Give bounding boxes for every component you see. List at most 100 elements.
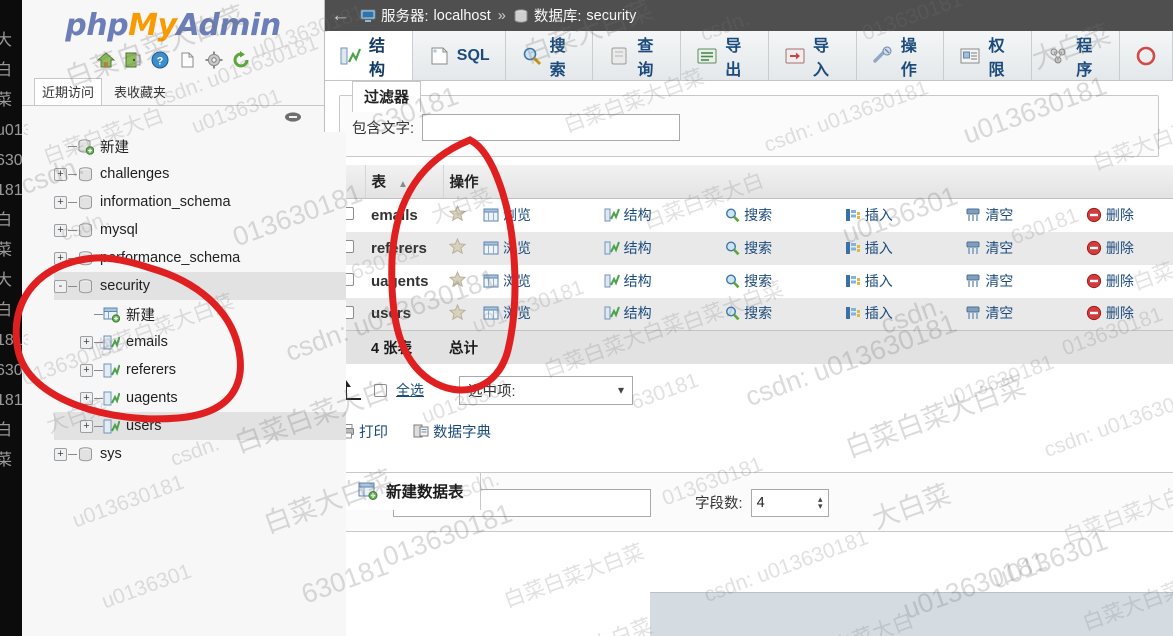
- row-action-插入[interactable]: 插入: [838, 198, 960, 232]
- row-action-搜索[interactable]: 搜索: [718, 198, 839, 232]
- phpmyadmin-logo[interactable]: phpMyAdmin: [22, 0, 324, 43]
- tree-node-information_schema[interactable]: + information_schema: [54, 188, 346, 216]
- with-selected-dropdown[interactable]: 选中项: ▾: [459, 375, 633, 405]
- row-action-搜索[interactable]: 搜索: [718, 231, 839, 265]
- select-all-checkbox[interactable]: [374, 383, 387, 397]
- tree-node-emails[interactable]: + emails: [54, 328, 346, 356]
- tables-table: 表 ▲ 操作 行数 ? 类型 排序规则 emails浏览结构搜索插入清空删除8M…: [335, 165, 1173, 364]
- tab-SQL[interactable]: SQL: [412, 31, 506, 80]
- row-action-插入[interactable]: 插入: [838, 264, 960, 298]
- breadcrumb-db-value[interactable]: security: [586, 8, 636, 24]
- tree-node-security[interactable]: - security: [54, 272, 346, 300]
- tab-权限[interactable]: 权限: [944, 31, 1033, 80]
- create-cols-stepper[interactable]: 4 ▴ ▾: [750, 488, 829, 517]
- favorite-star-icon[interactable]: [448, 204, 467, 222]
- print-link[interactable]: 打印: [339, 421, 388, 442]
- favorite-star-icon[interactable]: [448, 237, 467, 255]
- row-action-插入[interactable]: 插入: [838, 297, 960, 331]
- row-favorite-cell: [443, 264, 477, 298]
- row-action-插入[interactable]: 插入: [838, 231, 960, 265]
- tab-查询[interactable]: 查询: [593, 31, 682, 80]
- sidebar-quick-tabs: 近期访问 表收藏夹: [22, 78, 324, 106]
- tree-node-新建[interactable]: 新建: [54, 300, 346, 328]
- table-header-row: 表 ▲ 操作 行数 ? 类型 排序规则: [335, 165, 1173, 199]
- with-selected-label: 选中项:: [468, 383, 516, 400]
- action-label: 删除: [1105, 305, 1134, 322]
- row-action-结构[interactable]: 结构: [597, 264, 719, 298]
- tab-导出[interactable]: 导出: [681, 31, 769, 80]
- home-icon[interactable]: [96, 50, 116, 70]
- quick-tab-recent[interactable]: 近期访问: [34, 78, 103, 105]
- empty-icon: [965, 207, 981, 223]
- tree-node-新建[interactable]: 新建: [54, 132, 346, 160]
- tree-expander[interactable]: +: [80, 419, 93, 433]
- data-dictionary-link[interactable]: 数据字典: [413, 421, 491, 442]
- tree-expander[interactable]: -: [54, 279, 67, 293]
- tree-node-label: 新建: [126, 307, 155, 324]
- select-all-link[interactable]: 全选: [396, 380, 424, 400]
- action-label: 插入: [864, 206, 893, 223]
- favorite-star-icon[interactable]: [448, 270, 467, 288]
- row-action-清空[interactable]: 清空: [959, 231, 1080, 265]
- favorite-star-icon[interactable]: [448, 303, 467, 321]
- th-table-name[interactable]: 表 ▲: [365, 165, 444, 199]
- tree-expander[interactable]: +: [54, 195, 67, 209]
- row-table-name[interactable]: uagents: [365, 264, 443, 298]
- filter-text-input[interactable]: [422, 114, 681, 141]
- row-action-清空[interactable]: 清空: [959, 264, 1080, 298]
- tree-expander[interactable]: +: [54, 251, 67, 265]
- tree-node-users[interactable]: + users: [54, 412, 346, 440]
- row-action-清空[interactable]: 清空: [959, 297, 1080, 331]
- row-action-结构[interactable]: 结构: [597, 231, 719, 265]
- tree-node-sys[interactable]: + sys: [54, 440, 346, 468]
- row-action-删除[interactable]: 删除: [1079, 297, 1173, 331]
- row-action-删除[interactable]: 删除: [1079, 264, 1173, 298]
- row-action-删除[interactable]: 删除: [1079, 231, 1173, 265]
- row-action-结构[interactable]: 结构: [597, 198, 719, 232]
- exit-icon[interactable]: [123, 50, 143, 70]
- row-action-搜索[interactable]: 搜索: [718, 297, 839, 331]
- row-action-清空[interactable]: 清空: [959, 198, 1080, 232]
- tree-node-challenges[interactable]: + challenges: [54, 160, 346, 188]
- tab-overflow-partial[interactable]: [1120, 31, 1173, 80]
- doc-icon[interactable]: [177, 50, 197, 70]
- row-action-浏览[interactable]: 浏览: [477, 231, 598, 265]
- tree-expander[interactable]: +: [80, 391, 93, 405]
- search-icon: [724, 240, 740, 256]
- breadcrumb-server-value[interactable]: localhost: [434, 8, 491, 24]
- quick-tab-favorites[interactable]: 表收藏夹: [106, 78, 174, 105]
- row-action-浏览[interactable]: 浏览: [477, 297, 598, 331]
- tab-结构[interactable]: 结构: [325, 31, 413, 80]
- tab-搜索[interactable]: 搜索: [505, 31, 594, 80]
- tree-node-mysql[interactable]: + mysql: [54, 216, 346, 244]
- tree-node-uagents[interactable]: + uagents: [54, 384, 346, 412]
- row-action-搜索[interactable]: 搜索: [718, 264, 839, 298]
- events-icon: [1135, 46, 1157, 66]
- row-action-浏览[interactable]: 浏览: [477, 264, 598, 298]
- tree-expander[interactable]: +: [80, 363, 93, 377]
- row-table-name[interactable]: emails: [365, 198, 443, 232]
- help-icon[interactable]: ?: [150, 50, 170, 70]
- row-action-结构[interactable]: 结构: [597, 297, 719, 331]
- row-action-浏览[interactable]: 浏览: [477, 198, 598, 232]
- tab-程序[interactable]: 程序: [1032, 31, 1121, 80]
- tab-label: 导入: [812, 37, 829, 79]
- refresh-icon[interactable]: [231, 50, 251, 70]
- tree-node-performance_schema[interactable]: + performance_schema: [54, 244, 346, 272]
- tree-expander[interactable]: +: [80, 335, 93, 349]
- table-row: users浏览结构搜索插入清空删除13MyISAMgbk_chinese_ci: [335, 297, 1173, 331]
- tree-expander[interactable]: +: [54, 167, 67, 181]
- row-table-name[interactable]: referers: [365, 231, 443, 265]
- stepper-arrows-icon[interactable]: ▴ ▾: [818, 494, 823, 510]
- back-arrow-icon[interactable]: ←: [331, 6, 350, 25]
- drop-icon: [1086, 240, 1102, 256]
- tree-expander[interactable]: +: [54, 223, 67, 237]
- tree-expander[interactable]: +: [54, 447, 67, 461]
- settings-icon[interactable]: [204, 50, 224, 70]
- row-action-删除[interactable]: 删除: [1079, 198, 1173, 232]
- link-chain-icon[interactable]: [284, 111, 302, 123]
- tree-node-referers[interactable]: + referers: [54, 356, 346, 384]
- row-table-name[interactable]: users: [365, 297, 443, 331]
- tab-导入[interactable]: 导入: [768, 31, 857, 80]
- tab-操作[interactable]: 操作: [856, 31, 945, 80]
